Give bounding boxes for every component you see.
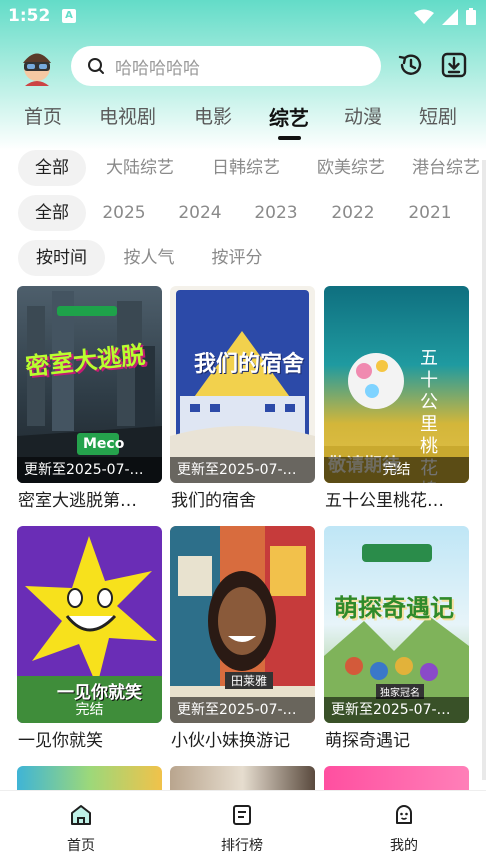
- show-poster: 我们的宿舍 更新至2025-07-…: [170, 286, 315, 483]
- nav-home-label: 首页: [67, 838, 95, 854]
- home-icon: [71, 805, 91, 825]
- filter-year-2024[interactable]: 2024: [172, 195, 228, 231]
- show-poster: 一见你就笑 完结: [17, 526, 162, 723]
- tab-variety[interactable]: 综艺: [269, 102, 309, 131]
- filter-year-2023[interactable]: 2023: [248, 195, 304, 231]
- scrollbar[interactable]: [482, 160, 486, 780]
- filter-year-2025[interactable]: 2025: [96, 195, 152, 231]
- battery-icon: [466, 8, 476, 25]
- tab-anime[interactable]: 动漫: [344, 102, 382, 129]
- wifi-icon: [414, 9, 434, 24]
- poster-title-art: 萌探奇遇记: [334, 594, 454, 622]
- poster-art: [170, 526, 315, 723]
- nav-ranking-label: 排行榜: [221, 838, 263, 854]
- poster-art: [17, 291, 162, 483]
- sort-by-rating[interactable]: 按评分: [203, 240, 271, 276]
- show-poster-partial[interactable]: [170, 766, 315, 790]
- filter-year-2021[interactable]: 2021: [402, 195, 458, 231]
- region-filter-row: 全部 大陆综艺 日韩综艺 欧美综艺 港台综艺: [0, 150, 486, 186]
- update-badge: 更新至2025-07-…: [17, 457, 162, 483]
- show-poster-partial[interactable]: [324, 766, 469, 790]
- show-title: 萌探奇遇记: [325, 731, 410, 751]
- poster-brand-label: Meco: [83, 436, 125, 452]
- search-icon: [88, 58, 104, 74]
- tab-movie[interactable]: 电影: [194, 102, 232, 129]
- poster-art: [170, 290, 315, 483]
- nav-profile[interactable]: 我的: [364, 803, 444, 855]
- filter-region-japan-korea[interactable]: 日韩综艺: [202, 150, 290, 186]
- update-badge: 更新至2025-07-…: [170, 457, 315, 483]
- finished-badge: 完结: [75, 702, 104, 718]
- show-title: 五十公里桃花…: [325, 491, 444, 511]
- user-avatar[interactable]: [18, 46, 56, 86]
- poster-name-label: 田莱雅: [225, 672, 274, 689]
- finished-badge: 完结: [324, 457, 469, 483]
- search-placeholder: 哈哈哈哈哈: [115, 58, 200, 79]
- filter-region-western[interactable]: 欧美综艺: [307, 150, 395, 186]
- category-tabs: 首页 电视剧 电影 综艺 动漫 短剧: [0, 98, 486, 142]
- filter-year-all[interactable]: 全部: [18, 195, 86, 231]
- show-poster: 密室大逃脱 Meco 更新至2025-07-…: [17, 286, 162, 483]
- bottom-navigation: 首页 排行榜 我的: [0, 790, 486, 865]
- download-icon[interactable]: [440, 51, 468, 79]
- sort-by-time[interactable]: 按时间: [18, 240, 105, 276]
- show-title: 小伙小妹换游记: [171, 731, 290, 751]
- show-title: 密室大逃脱第…: [18, 491, 137, 511]
- show-title: 一见你就笑: [18, 731, 103, 751]
- nav-ranking[interactable]: 排行榜: [202, 803, 282, 855]
- filter-year-2022[interactable]: 2022: [325, 195, 381, 231]
- sort-filter-row: 按时间 按人气 按评分: [0, 240, 486, 276]
- search-bar[interactable]: 哈哈哈哈哈: [71, 46, 381, 86]
- filter-region-all[interactable]: 全部: [18, 150, 86, 186]
- nav-home[interactable]: 首页: [41, 803, 121, 855]
- show-title: 我们的宿舍: [171, 491, 256, 511]
- poster-title-art: 我们的宿舍: [194, 352, 305, 377]
- year-filter-row: 全部 2025 2024 2023 2022 2021: [0, 195, 486, 231]
- show-poster: 田莱雅 更新至2025-07-…: [170, 526, 315, 723]
- nav-profile-label: 我的: [390, 838, 418, 854]
- show-poster-partial[interactable]: [17, 766, 162, 790]
- tab-tv[interactable]: 电视剧: [99, 102, 156, 129]
- show-poster: 萌探奇遇记 独家冠名 更新至2025-07-…: [324, 526, 469, 723]
- history-icon[interactable]: [397, 51, 425, 79]
- profile-icon: [396, 805, 412, 824]
- status-time: 1:52: [8, 6, 51, 26]
- active-tab-indicator: [278, 136, 301, 140]
- show-poster: 五十公里桃花坞 敬请期待 完结: [324, 286, 469, 483]
- sort-by-popularity[interactable]: 按人气: [115, 240, 183, 276]
- update-badge: 更新至2025-07-…: [170, 697, 315, 723]
- filter-region-mainland[interactable]: 大陆综艺: [96, 150, 184, 186]
- status-bar: 1:52 A: [0, 0, 486, 34]
- ranking-icon: [233, 805, 251, 825]
- update-badge: 更新至2025-07-…: [324, 697, 469, 723]
- tab-home[interactable]: 首页: [24, 102, 62, 129]
- notification-icon: A: [62, 9, 76, 23]
- filter-region-hk-tw[interactable]: 港台综艺: [412, 150, 486, 186]
- signal-icon: [442, 8, 458, 25]
- tab-short-drama[interactable]: 短剧: [419, 102, 457, 129]
